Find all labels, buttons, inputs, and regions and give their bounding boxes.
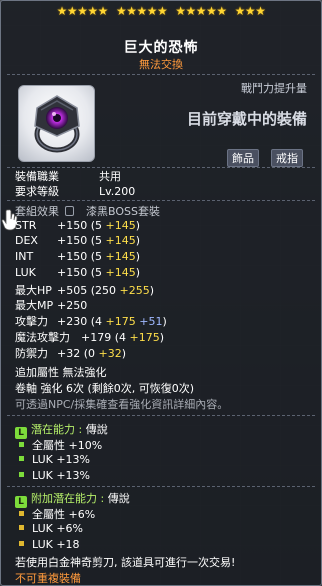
star-icon: ★ xyxy=(206,4,217,18)
star-icon: ★ xyxy=(157,4,168,18)
star-icon: ★ xyxy=(175,4,186,18)
star-icon: ★ xyxy=(185,4,197,18)
stat-row-attack: 攻擊力 +230 (4 +175 +51) xyxy=(15,315,167,328)
stat-row-magic-attack: 魔法攻擊力 +179 (4 +175) xyxy=(15,331,165,344)
star-group: ★★★★★ xyxy=(115,4,168,18)
star-icon: ★ xyxy=(97,4,109,18)
npc-hint-row: 可透過NPC/採集確查看強化資訊詳細內容。 xyxy=(15,398,229,411)
star-icon: ★ xyxy=(146,4,158,18)
potential-grade: 傳說 xyxy=(85,423,108,436)
bonus-potential-line: LUK +18 xyxy=(19,538,80,551)
trade-status: 無法交換 xyxy=(139,58,183,71)
star-icon: ★ xyxy=(77,4,88,18)
star-icon: ★ xyxy=(66,4,78,18)
divider xyxy=(7,74,315,75)
divider xyxy=(7,486,315,487)
set-effect-label: 套組效果 xyxy=(15,205,59,218)
star-icon: ★ xyxy=(115,4,127,18)
set-name: 漆黑BOSS套裝 xyxy=(86,205,160,218)
required-level-row: 要求等級 Lv.200 xyxy=(15,183,135,199)
stat-row-dex: DEX +150 (5 +145) xyxy=(15,234,141,247)
stat-row-luk: LUK +150 (5 +145) xyxy=(15,266,141,279)
dark-ring-icon xyxy=(34,95,80,153)
scissors-trade-note: 若使用白金神奇剪刀, 該道具可進行一次交易! xyxy=(15,556,236,569)
stat-row-int: INT +150 (5 +145) xyxy=(15,250,141,263)
bonus-potential-line: LUK +6% xyxy=(19,522,83,535)
item-icon-frame xyxy=(18,85,95,162)
no-duplicate-equip-note: 不可重複裝備 xyxy=(15,572,81,585)
star-group: ★★★★★ xyxy=(175,4,227,18)
stat-row-defense: 防禦力 +32 (0 +32) xyxy=(15,347,127,360)
star-icon: ★ xyxy=(195,4,207,18)
equip-job-row: 裝備職業 共用 xyxy=(15,168,121,184)
lock-icon xyxy=(65,206,74,216)
star-icon: ★ xyxy=(216,4,227,18)
bullet-icon xyxy=(19,456,24,461)
category-ring-tag: 戒指 xyxy=(271,149,303,167)
star-icon: ★ xyxy=(255,4,266,18)
star-group: ★★★ xyxy=(235,4,266,18)
potential-line: 全屬性 +10% xyxy=(19,437,102,453)
bullet-icon xyxy=(19,525,24,530)
stat-row-maxmp: 最大MP +250 xyxy=(15,299,88,312)
item-name: 巨大的恐怖 xyxy=(123,40,199,56)
bonus-potential-grade: 傳說 xyxy=(107,492,130,505)
stat-row-str: STR +150 (5 +145) xyxy=(15,219,141,232)
additional-attribute-row: 追加屬性 無法強化 xyxy=(15,366,107,379)
star-icon: ★ xyxy=(126,4,137,18)
currently-equipped-label: 目前穿戴中的裝備 xyxy=(186,110,307,128)
star-icon: ★ xyxy=(56,4,68,18)
required-level-value: Lv.200 xyxy=(99,185,136,198)
power-increase-label: 戰鬥力提升量 xyxy=(241,82,307,95)
star-icon: ★ xyxy=(87,4,98,18)
bonus-potential-title: 附加潛在能力 : xyxy=(31,492,105,505)
star-group: ★★★★★ xyxy=(56,4,109,18)
bullet-icon xyxy=(19,472,24,477)
potential-title: 潛在能力 : xyxy=(31,423,83,436)
equip-job-label: 裝備職業 xyxy=(15,170,59,183)
star-icon: ★ xyxy=(234,4,246,18)
bonus-potential-line: 全屬性 +6% xyxy=(19,506,95,522)
scroll-upgrade-row: 卷軸 強化 6次 (剩餘0次, 可恢復0次) xyxy=(15,382,195,395)
equip-job-value: 共用 xyxy=(99,170,121,183)
stat-row-maxhp: 最大HP +505 (250 +255) xyxy=(15,284,155,297)
potential-line: LUK +13% xyxy=(19,469,90,482)
bullet-icon xyxy=(19,541,24,546)
star-icon: ★ xyxy=(244,4,256,18)
set-effect-row[interactable]: 套組效果 漆黑BOSS套裝 xyxy=(15,203,160,219)
bullet-icon xyxy=(19,511,24,516)
required-level-label: 要求等級 xyxy=(15,185,59,198)
divider xyxy=(7,200,315,201)
item-tooltip: ★★★★★ ★★★★★ ★★★★★ ★★★ 巨大的恐怖 無法交換 戰鬥力提升量 目前穿… xyxy=(0,0,322,586)
star-icon: ★ xyxy=(136,4,147,18)
potential-line: LUK +13% xyxy=(19,453,90,466)
divider xyxy=(7,415,315,416)
bullet-icon xyxy=(19,442,24,447)
category-accessory-tag: 飾品 xyxy=(227,149,259,167)
starforce-stars: ★★★★★ ★★★★★ ★★★★★ ★★★ xyxy=(1,4,321,18)
